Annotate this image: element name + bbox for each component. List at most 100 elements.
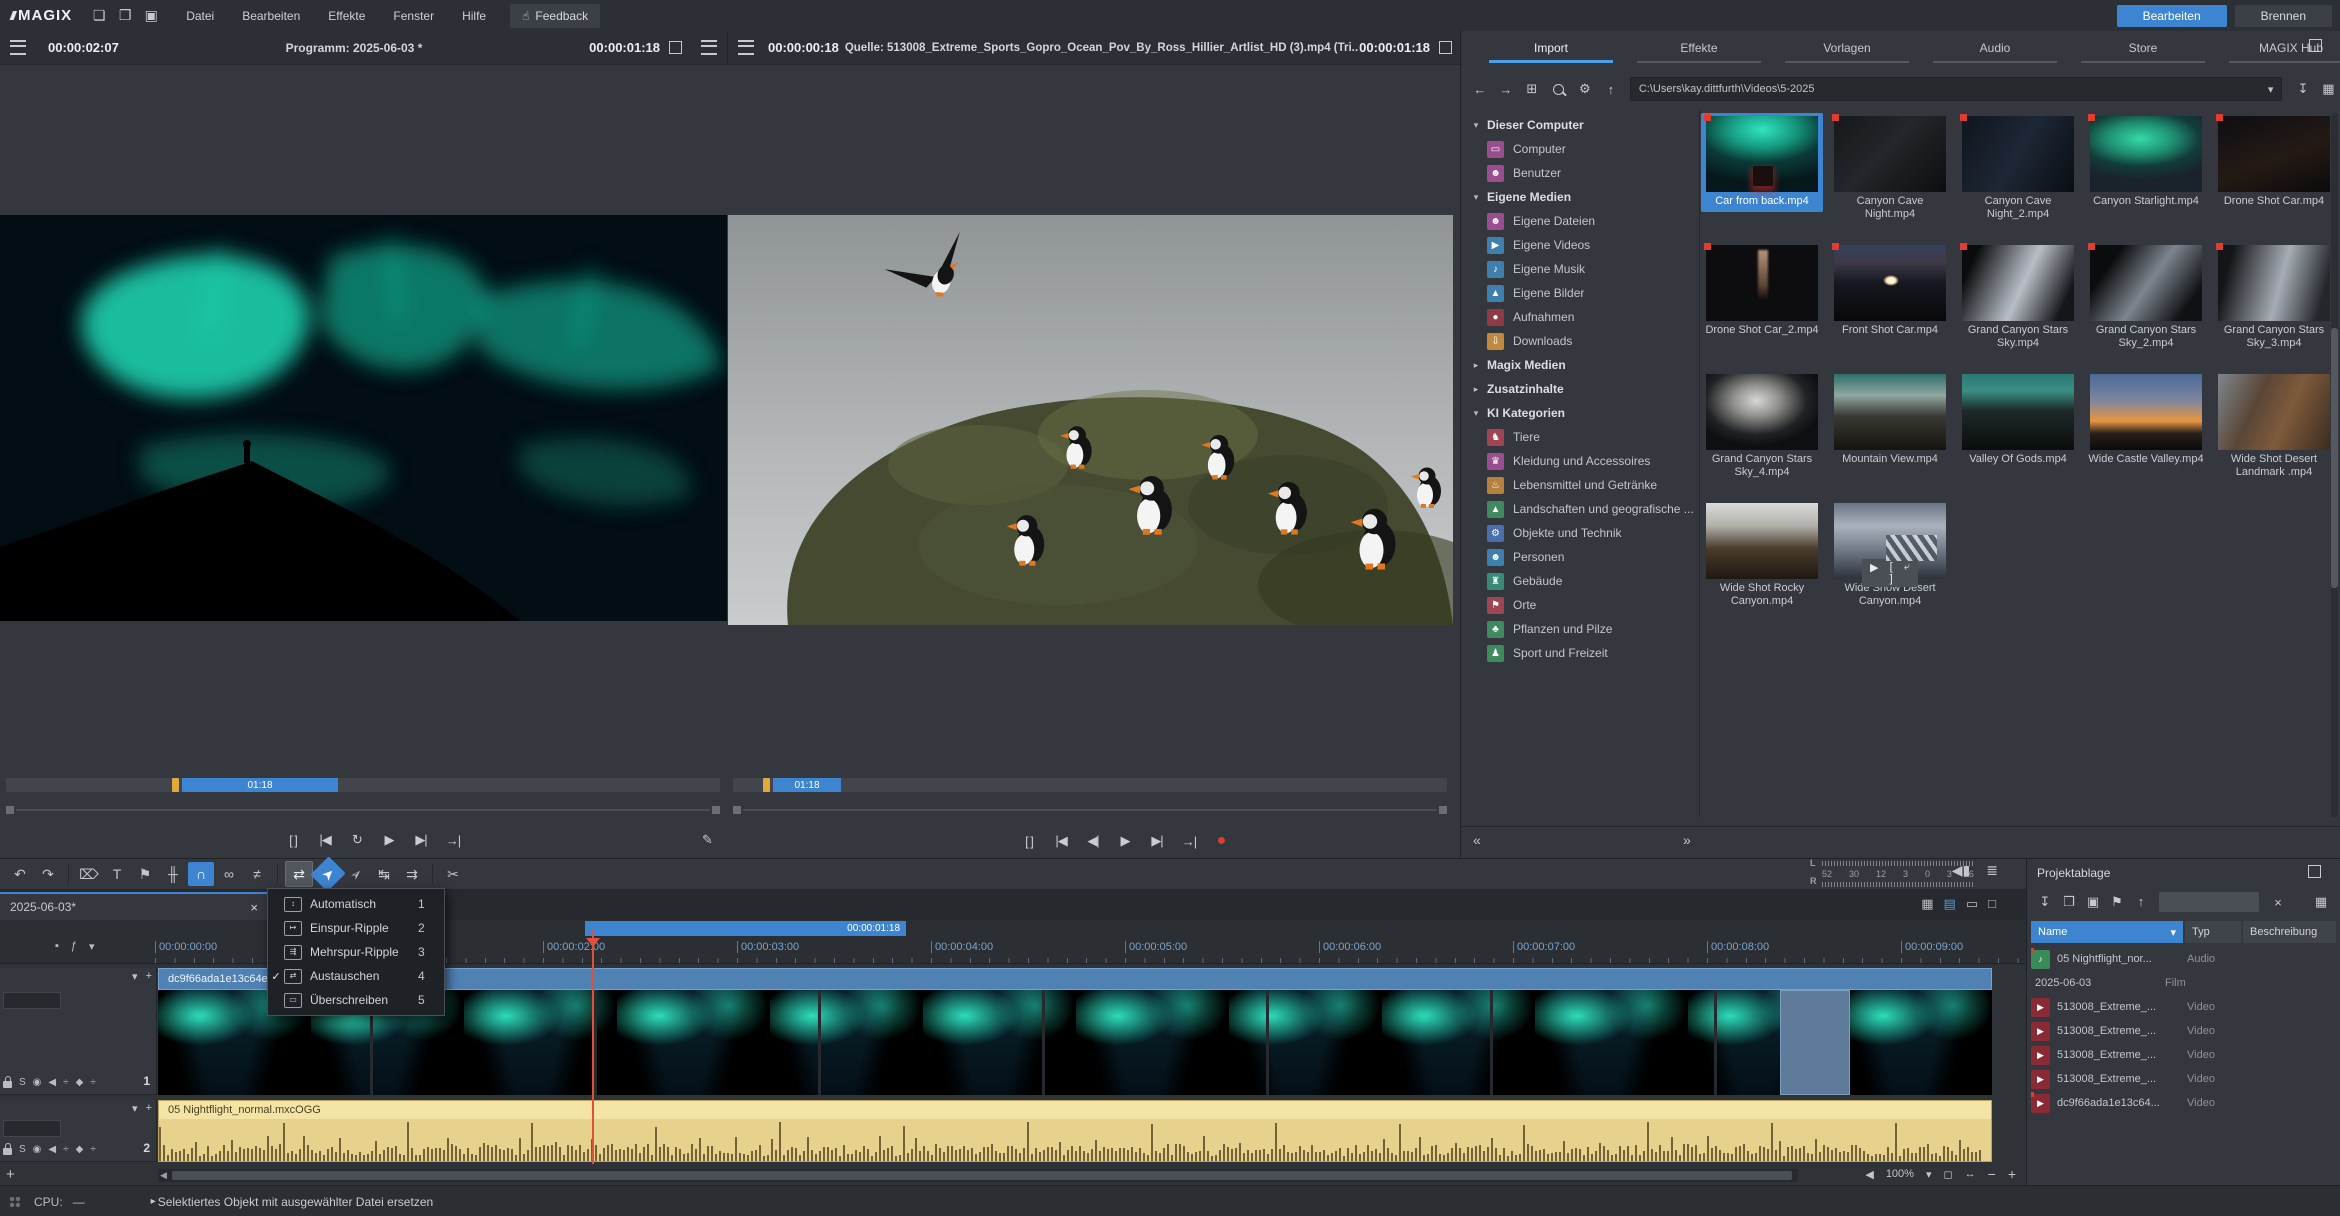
pool-scrollbar[interactable] — [2331, 113, 2338, 817]
text-tool-icon[interactable]: T — [104, 862, 130, 886]
prev-frame-button[interactable]: ◀| — [1084, 833, 1102, 849]
zoom-dropdown-icon[interactable]: ▾ — [1926, 1168, 1932, 1181]
bin-row[interactable]: ♪05 Nightflight_nor...Audio — [2031, 947, 2336, 971]
edit-mode-button[interactable]: Bearbeiten — [2117, 5, 2227, 27]
tree-item-geb-ude[interactable]: ♜Gebäude — [1465, 569, 1697, 593]
tree-header-ki-kategorien[interactable]: ▾KI Kategorien — [1465, 401, 1697, 425]
film-icon[interactable]: ▪ — [55, 940, 59, 953]
open-folder-icon[interactable]: ❒ — [112, 5, 138, 27]
bin-col-desc[interactable]: Beschreibung — [2243, 921, 2336, 943]
path-input[interactable]: C:\Users\kay.dittfurth\Videos\5-2025 ▾ — [1630, 77, 2283, 101]
program-scrub-tool[interactable]: ✎ — [698, 832, 716, 848]
tree-item-eigene-dateien[interactable]: ☻Eigene Dateien — [1465, 209, 1697, 233]
play-button[interactable]: ▶ — [1116, 833, 1134, 849]
tab-audio[interactable]: Audio — [1925, 41, 2065, 63]
next-frame-button[interactable]: ▶| — [412, 832, 430, 848]
menu-item--berschreiben[interactable]: ▭Überschreiben5 — [268, 988, 444, 1012]
tree-item-personen[interactable]: ☻Personen — [1465, 545, 1697, 569]
hscroll-left-icon[interactable]: ◀ — [160, 1169, 167, 1182]
tree-item-tiere[interactable]: ♞Tiere — [1465, 425, 1697, 449]
menu-item-effekte[interactable]: Effekte — [314, 1, 379, 31]
tree-expand-icon[interactable]: ▸ — [1465, 384, 1487, 395]
program-video[interactable] — [0, 215, 727, 621]
bin-row[interactable]: ▶513008_Extreme_...Video — [2031, 1043, 2336, 1067]
save-icon[interactable]: ▣ — [138, 5, 164, 27]
timeline-view-icon[interactable]: ▤ — [1944, 896, 1956, 912]
record-button[interactable]: ● — [1212, 832, 1230, 850]
source-video[interactable] — [728, 215, 1453, 625]
redo-icon[interactable]: ↷ — [35, 862, 61, 886]
dropdown-icon[interactable]: ▾ — [89, 940, 95, 953]
source-range-segment[interactable]: 01:18 — [773, 778, 841, 792]
zoom-out-icon[interactable]: − — [1988, 1166, 1996, 1182]
pool-import-icon[interactable]: ↧ — [2290, 81, 2315, 97]
solo-icon[interactable]: S — [19, 1077, 26, 1088]
bin-row[interactable]: ▶dc9f66ada1e13c64...Video — [2031, 1091, 2336, 1115]
tab-store[interactable]: Store — [2073, 41, 2213, 63]
snap-magnet-icon[interactable]: ∩ — [188, 862, 214, 886]
bin-row[interactable]: ▶513008_Extreme_...Video — [2031, 1067, 2336, 1091]
media-thumb[interactable]: Canyon Starlight.mp4 — [2085, 113, 2207, 212]
fader-icon[interactable]: ÷ — [90, 1144, 96, 1155]
project-tab[interactable]: 2025-06-03* × — [0, 892, 268, 920]
program-range-segment[interactable]: 01:18 — [182, 778, 338, 792]
audio-clip[interactable]: 05 Nightflight_normal.mxcOGG — [158, 1100, 1992, 1162]
media-thumb[interactable]: Mountain View.mp4 — [1829, 371, 1951, 470]
program-menu-icon[interactable] — [10, 40, 26, 55]
zoom-prev-icon[interactable]: ◀ — [1865, 1168, 1873, 1181]
menu-item-hilfe[interactable]: Hilfe — [448, 1, 500, 31]
zoom-fit-width-icon[interactable]: ↔ — [1965, 1168, 1976, 1180]
search-icon[interactable] — [1553, 84, 1564, 95]
visibility-icon[interactable]: ◉ — [33, 1144, 42, 1155]
tree-item-eigene-bilder[interactable]: ▲Eigene Bilder — [1465, 281, 1697, 305]
tree-item-pflanzen-und-pilze[interactable]: ♣Pflanzen und Pilze — [1465, 617, 1697, 641]
media-thumb[interactable]: Grand Canyon Stars Sky_2.mp4 — [2085, 242, 2207, 354]
media-thumb[interactable]: Wide Castle Valley.mp4 — [2085, 371, 2207, 470]
tab-import[interactable]: Import — [1481, 41, 1621, 63]
source-menu-icon[interactable] — [738, 40, 754, 55]
menu-item-automatisch[interactable]: ↕Automatisch1 — [268, 892, 444, 916]
range-button[interactable]: [ ] — [284, 833, 302, 848]
tree-item-downloads[interactable]: ⇩Downloads — [1465, 329, 1697, 353]
selected-gap-segment[interactable] — [1780, 990, 1850, 1095]
menu-item-fenster[interactable]: Fenster — [379, 1, 448, 31]
up-icon[interactable]: ↑ — [1598, 82, 1624, 97]
tree-item-sport-und-freizeit[interactable]: ♟Sport und Freizeit — [1465, 641, 1697, 665]
pool-detach-icon[interactable] — [2309, 39, 2322, 52]
mouse-mode-menu-icon[interactable]: ⇄ — [285, 861, 313, 887]
chapter-marker-icon[interactable]: ╫ — [160, 862, 186, 886]
bin-row[interactable]: ▶513008_Extreme_...Video — [2031, 1019, 2336, 1043]
zoom-in-icon[interactable]: + — [2008, 1166, 2016, 1182]
add-track-button[interactable]: + — [6, 1166, 15, 1183]
pointer-stretch-icon[interactable]: ↹ — [371, 862, 397, 886]
bin-col-name[interactable]: Name ▾ — [2031, 921, 2183, 943]
menu-item-datei[interactable]: Datei — [172, 1, 228, 31]
audio-clip-titlebar[interactable]: 05 Nightflight_normal.mxcOGG — [158, 1100, 1992, 1119]
playhead[interactable] — [592, 930, 594, 1164]
tree-item-eigene-videos[interactable]: ▶Eigene Videos — [1465, 233, 1697, 257]
solo-icon[interactable]: S — [19, 1144, 26, 1155]
timeline-hscrollbar[interactable]: ◀ — [158, 1169, 1798, 1182]
mixer-icon[interactable]: ≣ — [1986, 862, 1998, 879]
detach-icon[interactable]: □ — [1988, 896, 1996, 912]
feedback-button[interactable]: ☝ Feedback — [510, 4, 600, 28]
bin-col-type[interactable]: Typ — [2185, 921, 2241, 943]
collapse-right-icon[interactable]: » — [1683, 832, 1691, 848]
track2-header[interactable]: ▾+ S◉◀÷◆÷ 2 — [0, 1100, 157, 1162]
tree-item-kleidung-und-accessoires[interactable]: ♛Kleidung und Accessoires — [1465, 449, 1697, 473]
range-button[interactable]: [ ] — [1020, 834, 1038, 849]
bin-row[interactable]: 2025-06-03Film — [2031, 971, 2336, 995]
bin-clear-icon[interactable]: × — [2263, 895, 2293, 910]
source-fullscreen-icon[interactable] — [1439, 41, 1452, 54]
tree-item-landschaften-und-geografische-[interactable]: ▲Landschaften und geografische ... — [1465, 497, 1697, 521]
delete-icon[interactable]: ⌦ — [76, 862, 102, 886]
zoom-fit-object-icon[interactable]: ◻ — [1943, 1168, 1952, 1181]
bin-search-input[interactable] — [2159, 892, 2259, 912]
preview-play-icon[interactable]: ▶ — [1870, 561, 1878, 585]
tree-item-objekte-und-technik[interactable]: ⚙Objekte und Technik — [1465, 521, 1697, 545]
loop-button[interactable]: ↻ — [348, 832, 366, 848]
mute-icon[interactable]: ◀ — [48, 1144, 56, 1155]
collapse-left-icon[interactable]: « — [1473, 832, 1481, 848]
zoom-level[interactable]: 100% — [1886, 1168, 1914, 1180]
next-frame-button[interactable]: ▶| — [1148, 833, 1166, 849]
